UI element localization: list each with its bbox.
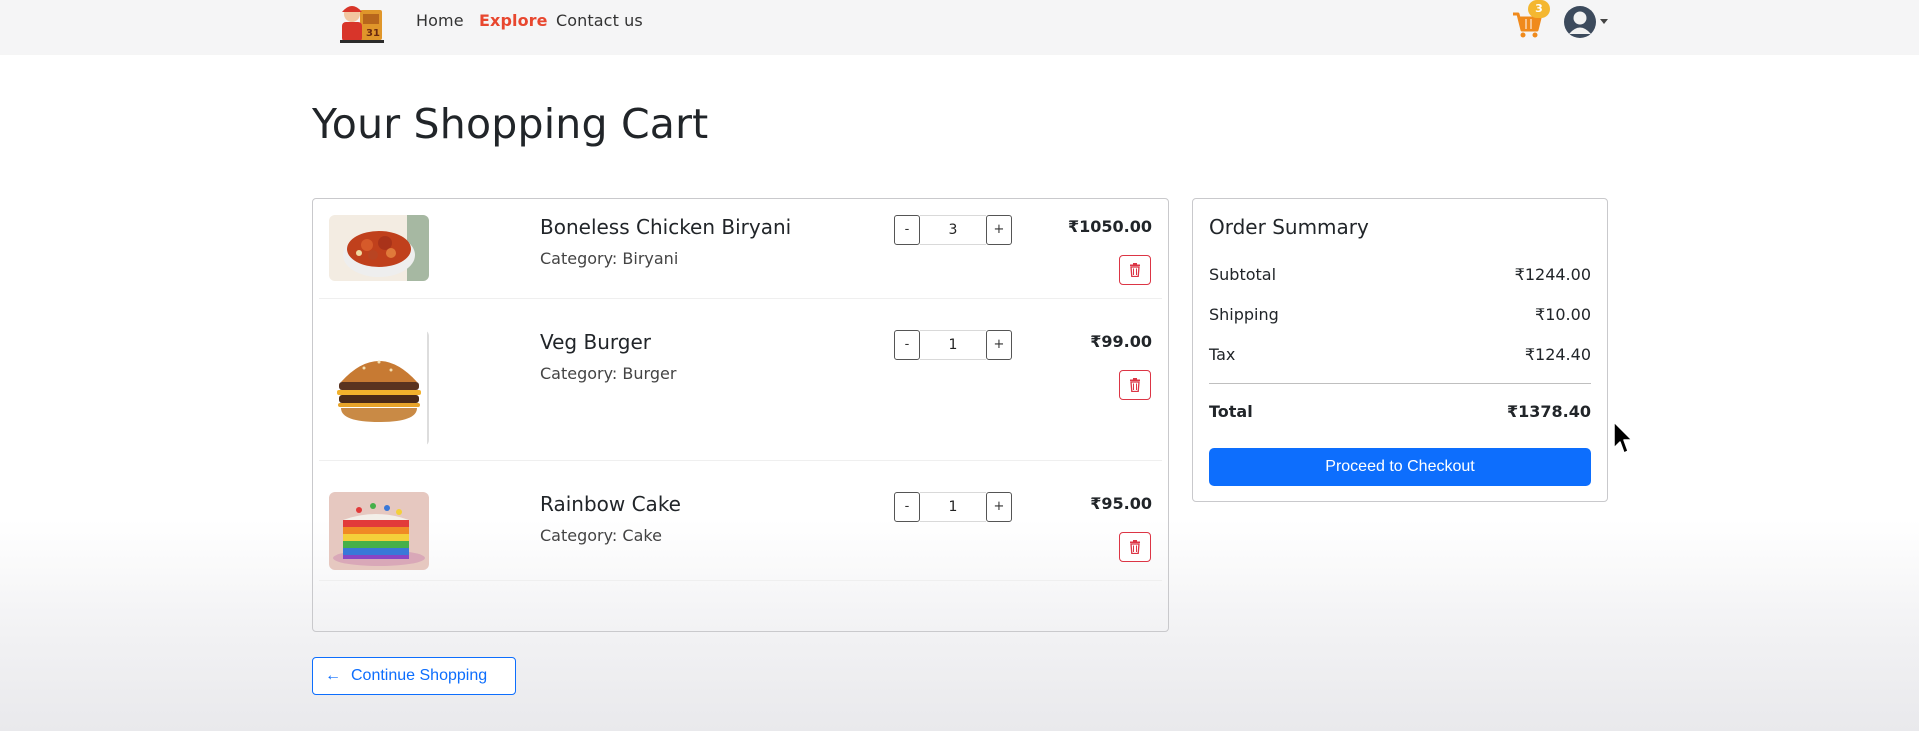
- total-label: Total: [1209, 402, 1253, 421]
- quantity-stepper: - 1 +: [894, 492, 1012, 522]
- rainbow-cake-image: [329, 492, 429, 570]
- arrow-left-icon: ←: [325, 667, 341, 684]
- shipping-value: ₹10.00: [1535, 305, 1591, 324]
- decrease-quantity-button[interactable]: -: [894, 330, 920, 360]
- shipping-label: Shipping: [1209, 305, 1279, 324]
- decrease-quantity-button[interactable]: -: [894, 215, 920, 245]
- quantity-value[interactable]: 1: [920, 330, 986, 360]
- quantity-value[interactable]: 1: [920, 492, 986, 522]
- trash-icon: [1130, 540, 1140, 554]
- cart-items-panel: Boneless Chicken Biryani Category: Birya…: [312, 198, 1169, 632]
- cart-item-row: Boneless Chicken Biryani Category: Birya…: [313, 199, 1168, 299]
- order-summary-title: Order Summary: [1209, 215, 1369, 239]
- decrease-quantity-button[interactable]: -: [894, 492, 920, 522]
- quantity-stepper: - 1 +: [894, 330, 1012, 360]
- biryani-bowl-image: [329, 215, 429, 281]
- svg-text:31: 31: [366, 28, 380, 39]
- continue-shopping-label: Continue Shopping: [351, 667, 488, 684]
- page-title: Your Shopping Cart: [312, 100, 709, 148]
- increase-quantity-button[interactable]: +: [986, 215, 1012, 245]
- item-category: Category: Burger: [540, 364, 677, 383]
- nav-link-contact[interactable]: Contact us: [556, 11, 643, 30]
- burger-image: [329, 330, 429, 446]
- tax-label: Tax: [1209, 345, 1236, 364]
- item-name: Rainbow Cake: [540, 492, 681, 516]
- cart-item-row: Rainbow Cake Category: Cake - 1 + ₹95.00: [313, 461, 1168, 581]
- increase-quantity-button[interactable]: +: [986, 492, 1012, 522]
- item-price: ₹1050.00: [1067, 217, 1152, 236]
- row-divider: [319, 580, 1162, 581]
- remove-item-button[interactable]: [1119, 370, 1151, 400]
- delivery-man-logo[interactable]: 31: [336, 0, 386, 44]
- nav-link-home[interactable]: Home: [416, 11, 464, 30]
- cart-item-row: Veg Burger Category: Burger - 1 + ₹99.00: [313, 299, 1168, 461]
- tax-value: ₹124.40: [1524, 345, 1591, 364]
- navbar: 31 Home Explore Contact us 3: [0, 0, 1919, 54]
- cart-count-badge: 3: [1528, 0, 1550, 18]
- chevron-down-icon[interactable]: [1600, 19, 1608, 24]
- remove-item-button[interactable]: [1119, 532, 1151, 562]
- item-category: Category: Biryani: [540, 249, 679, 268]
- nav-link-explore[interactable]: Explore: [479, 11, 548, 30]
- remove-item-button[interactable]: [1119, 255, 1151, 285]
- item-price: ₹99.00: [1090, 332, 1152, 351]
- item-name: Boneless Chicken Biryani: [540, 215, 792, 239]
- total-value: ₹1378.40: [1506, 402, 1591, 421]
- trash-icon: [1130, 263, 1140, 277]
- summary-divider: [1209, 383, 1591, 384]
- quantity-value[interactable]: 3: [920, 215, 986, 245]
- trash-icon: [1130, 378, 1140, 392]
- item-name: Veg Burger: [540, 330, 651, 354]
- item-price: ₹95.00: [1090, 494, 1152, 513]
- mouse-cursor-icon: [1612, 420, 1636, 456]
- continue-shopping-button[interactable]: ← Continue Shopping: [312, 657, 516, 695]
- increase-quantity-button[interactable]: +: [986, 330, 1012, 360]
- subtotal-label: Subtotal: [1209, 265, 1277, 284]
- proceed-to-checkout-button[interactable]: Proceed to Checkout: [1209, 448, 1591, 486]
- order-summary-card: Order Summary Subtotal ₹1244.00 Shipping…: [1192, 198, 1608, 502]
- item-category: Category: Cake: [540, 526, 662, 545]
- subtotal-value: ₹1244.00: [1514, 265, 1591, 284]
- user-avatar-icon[interactable]: [1563, 5, 1597, 39]
- quantity-stepper: - 3 +: [894, 215, 1012, 245]
